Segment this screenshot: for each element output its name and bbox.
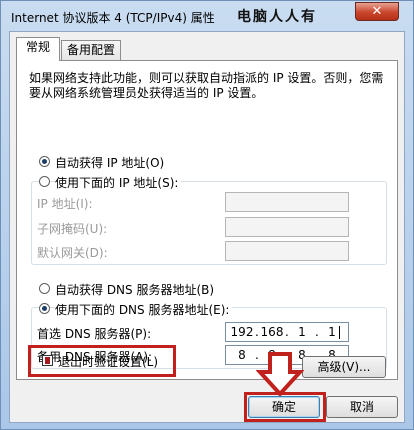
auto-dns-label[interactable]: 自动获得 DNS 服务器地址(B) xyxy=(55,281,214,298)
general-tab-panel: 如果网络支持此功能，则可以获取自动指派的 IP 设置。否则，您需要从网络系统管理… xyxy=(16,60,398,380)
close-icon: ✕ xyxy=(371,4,383,19)
default-gateway-label: 默认网关(D): xyxy=(37,246,108,260)
preferred-dns-octet-4: 1 xyxy=(328,325,336,339)
ip-address-field[interactable] xyxy=(225,192,349,212)
preferred-dns-field[interactable]: 192 . 168 . 1 . 1 xyxy=(225,322,349,342)
watermark-text: 电脑人人有 xyxy=(237,9,317,25)
auto-dns-radio[interactable] xyxy=(39,283,50,294)
ip-address-label: IP 地址(I): xyxy=(37,197,93,211)
ok-highlight-box xyxy=(244,392,326,422)
validate-on-exit-label[interactable]: 退出时验证设置(L) xyxy=(58,353,158,370)
preferred-dns-octet-2: 168 xyxy=(260,325,284,339)
preferred-dns-octet-3: 1 xyxy=(298,325,306,339)
advanced-button[interactable]: 高级(V)... xyxy=(302,356,386,378)
tab-general[interactable]: 常规 xyxy=(16,37,60,61)
default-gateway-field[interactable] xyxy=(225,241,349,261)
dialog-client: 常规 备用配置 如果网络支持此功能，则可以获取自动指派的 IP 设置。否则，您需… xyxy=(9,31,405,423)
manual-dns-radio[interactable] xyxy=(39,303,50,314)
preferred-dns-label: 首选 DNS 服务器(P): xyxy=(37,327,152,341)
window-title: Internet 协议版本 4 (TCP/IPv4) 属性 xyxy=(11,11,215,25)
manual-ip-label[interactable]: 使用下面的 IP 地址(S): xyxy=(55,174,182,191)
text-cursor xyxy=(339,326,340,339)
alternate-dns-octet-1: 8 xyxy=(238,348,246,362)
auto-ip-label[interactable]: 自动获得 IP 地址(O) xyxy=(55,154,164,171)
tab-alternate-config[interactable]: 备用配置 xyxy=(61,40,121,60)
close-button[interactable]: ✕ xyxy=(355,2,399,21)
manual-dns-label[interactable]: 使用下面的 DNS 服务器地址(E): xyxy=(55,301,233,318)
title-bar: Internet 协议版本 4 (TCP/IPv4) 属性 电脑人人有 ✕ xyxy=(1,1,413,31)
validate-on-exit-checkbox[interactable] xyxy=(42,355,53,366)
description-text: 如果网络支持此功能，则可以获取自动指派的 IP 设置。否则，您需要从网络系统管理… xyxy=(29,71,384,100)
subnet-mask-label: 子网掩码(U): xyxy=(37,222,108,236)
cancel-button[interactable]: 取消 xyxy=(326,396,398,418)
dialog-window: Internet 协议版本 4 (TCP/IPv4) 属性 电脑人人有 ✕ 常规… xyxy=(0,0,414,430)
auto-ip-radio[interactable] xyxy=(39,156,50,167)
red-down-arrow-icon xyxy=(256,352,304,397)
preferred-dns-octet-1: 192 xyxy=(230,325,254,339)
subnet-mask-field[interactable] xyxy=(225,217,349,237)
manual-ip-radio[interactable] xyxy=(39,176,50,187)
